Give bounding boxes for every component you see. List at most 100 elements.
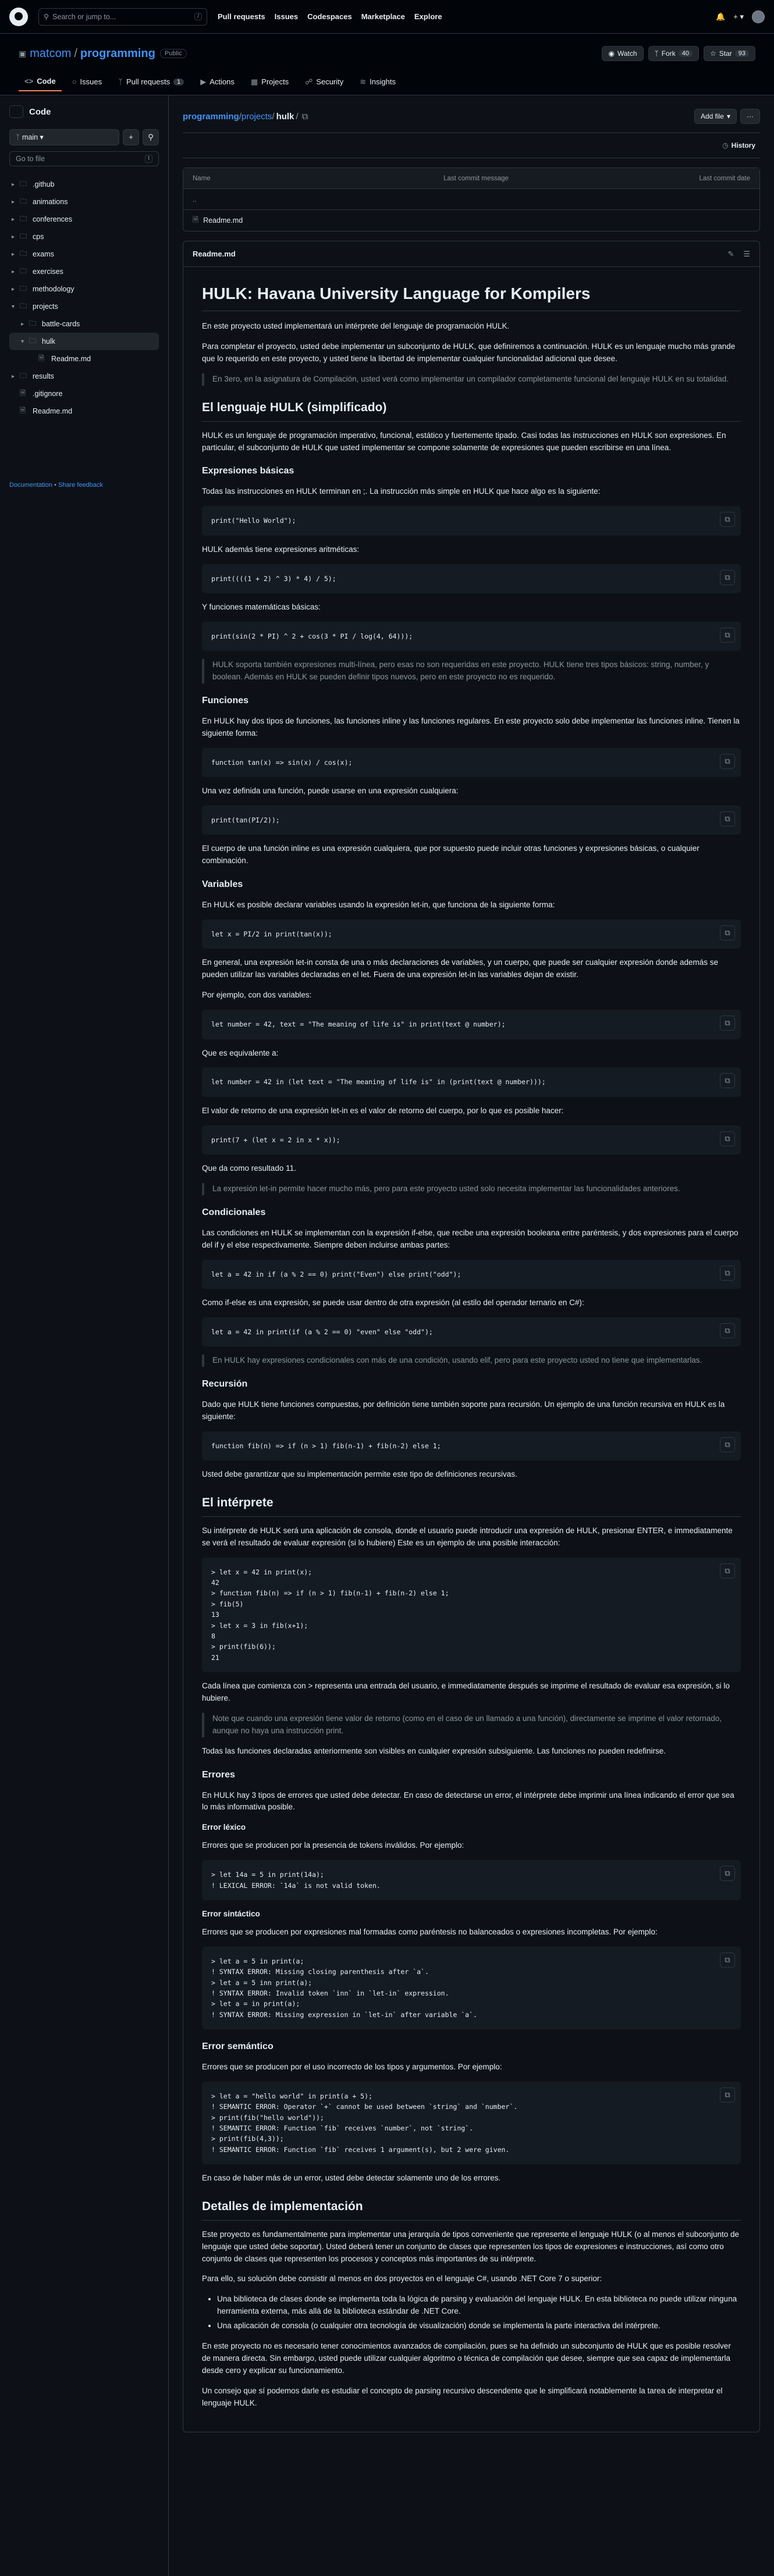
- tree-item[interactable]: ▸ 🗀 conferences: [9, 211, 159, 228]
- add-file-button[interactable]: Add file ▾: [694, 109, 737, 124]
- search-input[interactable]: ⚲ Search or jump to... /: [38, 8, 207, 26]
- folder-icon: 🗀: [20, 197, 27, 205]
- repo-owner-link[interactable]: matcom: [30, 47, 71, 60]
- tab-code[interactable]: <> Code: [19, 72, 62, 91]
- code-text: let a = 42 in if (a % 2 == 0) print("Eve…: [211, 1270, 461, 1278]
- breadcrumb-folder[interactable]: projects: [242, 112, 272, 122]
- copy-icon[interactable]: ⧉: [720, 925, 735, 940]
- github-logo-icon[interactable]: [9, 7, 28, 26]
- more-options-button[interactable]: ···: [740, 109, 760, 124]
- tree-item[interactable]: ▸ 🗀 cps: [9, 228, 159, 245]
- topnav-marketplace[interactable]: Marketplace: [361, 12, 405, 21]
- add-file-icon[interactable]: +: [123, 129, 139, 145]
- readme-file-link[interactable]: Readme.md: [203, 216, 243, 225]
- outline-icon[interactable]: ☰: [743, 250, 750, 259]
- copy-icon[interactable]: ⧉: [720, 1437, 735, 1452]
- tree-item[interactable]: ▸ 🗀 exams: [9, 245, 159, 263]
- tree-item-label: hulk: [42, 337, 55, 345]
- tree-item[interactable]: ▸ 🗀 animations: [9, 193, 159, 211]
- code-text: > let x = 42 in print(x); 42 > function …: [211, 1567, 449, 1662]
- copy-icon[interactable]: ⧉: [720, 1016, 735, 1031]
- bullet-list: Una biblioteca de clases donde se implem…: [217, 2293, 741, 2332]
- copy-icon[interactable]: ⧉: [720, 1563, 735, 1579]
- file-table: Name Last commit message Last commit dat…: [183, 168, 760, 231]
- parent-dir-link[interactable]: ..: [193, 195, 197, 204]
- copy-icon[interactable]: ⧉: [720, 753, 735, 769]
- notifications-icon[interactable]: 🔔: [716, 12, 725, 22]
- star-button[interactable]: ☆ Star 93: [703, 46, 755, 61]
- code-text: let number = 42 in (let text = "The mean…: [211, 1078, 546, 1086]
- tree-item-label: Readme.md: [51, 355, 91, 363]
- code-block: print(tan(PI/2)); ⧉: [202, 806, 741, 835]
- avatar[interactable]: [752, 10, 765, 23]
- tab-insights[interactable]: ≋ Insights: [354, 72, 402, 91]
- file-icon: 🗎: [20, 406, 26, 415]
- edit-icon[interactable]: ✎: [727, 250, 734, 259]
- share-feedback-link[interactable]: Share feedback: [58, 482, 103, 489]
- search-files-icon[interactable]: ⚲: [143, 129, 159, 145]
- paragraph: Para completar el proyecto, usted debe i…: [202, 342, 736, 364]
- tree-item[interactable]: ▸ 🗀 .github: [9, 176, 159, 193]
- topnav-pull-requests[interactable]: Pull requests: [218, 12, 265, 21]
- branch-select[interactable]: ᛉ main ▾: [9, 129, 119, 145]
- tab-security[interactable]: ☍ Security: [299, 72, 349, 91]
- folder-icon: 🗀: [20, 214, 27, 223]
- copy-icon[interactable]: ⧉: [720, 1073, 735, 1089]
- copy-icon[interactable]: ⧉: [720, 1265, 735, 1281]
- file-tree: ▸ 🗀 .github ▸ 🗀 animations ▸ 🗀 conferences ▸ 🗀 cps ▸…: [9, 176, 159, 420]
- go-to-file-input[interactable]: Go to file t: [9, 151, 159, 166]
- tree-item[interactable]: ▾ 🗀 projects: [9, 298, 159, 315]
- code-text: print(tan(PI/2));: [211, 816, 280, 824]
- tree-item[interactable]: ▸ 🗀 methodology: [9, 280, 159, 298]
- table-row[interactable]: 🗎 Readme.md: [183, 210, 759, 231]
- topnav-issues[interactable]: Issues: [275, 12, 298, 21]
- paragraph: Que es equivalente a:: [202, 1048, 279, 1057]
- paragraph: En este proyecto usted implementará un i…: [202, 322, 510, 331]
- copy-icon[interactable]: ⧉: [720, 569, 735, 585]
- breadcrumb-repo[interactable]: programming: [183, 112, 239, 122]
- readme-panel: Readme.md ✎ ☰ HULK: Havana University Lan…: [183, 241, 760, 2432]
- tree-item[interactable]: ▸ 🗀 results: [9, 368, 159, 385]
- paragraph: En HULK hay 3 tipos de errores que usted…: [202, 1790, 734, 1812]
- code-block: > let a = "hello world" in print(a + 5);…: [202, 2081, 741, 2165]
- copy-icon[interactable]: ⧉: [720, 1131, 735, 1146]
- paragraph: Su intérprete de HULK será una aplicació…: [202, 1526, 733, 1547]
- create-new-icon[interactable]: + ▾: [733, 12, 744, 22]
- copy-icon[interactable]: ⧉: [720, 2087, 735, 2103]
- history-link[interactable]: History: [732, 141, 755, 149]
- chevron-icon: ▸: [12, 233, 15, 240]
- repo-name-link[interactable]: programming: [80, 47, 155, 60]
- collapse-sidebar-icon[interactable]: [9, 105, 23, 118]
- tree-item[interactable]: ▾ 🗀 hulk: [9, 333, 159, 350]
- tab-actions[interactable]: ▶ Actions: [194, 72, 240, 91]
- paragraph: Las condiciones en HULK se implementan c…: [202, 1228, 739, 1249]
- fork-button[interactable]: ᛉ Fork 40: [648, 46, 699, 61]
- global-header: ⚲ Search or jump to... / Pull requests Is…: [0, 0, 774, 34]
- tree-item[interactable]: 🗎 Readme.md: [9, 350, 159, 368]
- tab-pull-requests[interactable]: ᛉ Pull requests 1: [112, 72, 190, 91]
- documentation-link[interactable]: Documentation: [9, 482, 52, 489]
- table-row[interactable]: ..: [183, 189, 759, 210]
- topnav-explore[interactable]: Explore: [414, 12, 442, 21]
- copy-icon[interactable]: ⧉: [720, 1952, 735, 1968]
- tree-item[interactable]: ▸ 🗀 battle-cards: [9, 315, 159, 333]
- watch-button[interactable]: ◉ Watch: [602, 46, 644, 61]
- tree-item[interactable]: ▸ 🗀 exercises: [9, 263, 159, 280]
- tab-issues[interactable]: ○ Issues: [66, 72, 108, 91]
- readme-title: Readme.md: [193, 250, 236, 258]
- tab-projects[interactable]: ▦ Projects: [245, 72, 294, 91]
- folder-icon: 🗀: [20, 284, 27, 293]
- copy-icon[interactable]: ⧉: [720, 1323, 735, 1338]
- repo-header: ▣ matcom / programming Public ◉ Watch ᛉ Fo…: [0, 34, 774, 95]
- copy-icon[interactable]: ⧉: [720, 811, 735, 826]
- copy-icon[interactable]: ⧉: [720, 627, 735, 643]
- eye-icon: ◉: [608, 49, 615, 58]
- topnav-codespaces[interactable]: Codespaces: [307, 12, 352, 21]
- copy-icon[interactable]: ⧉: [720, 512, 735, 528]
- copy-path-icon[interactable]: ⧉: [302, 112, 308, 122]
- chevron-icon: ▸: [12, 181, 15, 188]
- go-to-file-shortcut: t: [145, 155, 152, 163]
- tree-item[interactable]: 🗎 Readme.md: [9, 402, 159, 420]
- copy-icon[interactable]: ⧉: [720, 1866, 735, 1882]
- tree-item[interactable]: 🗎 .gitignore: [9, 385, 159, 402]
